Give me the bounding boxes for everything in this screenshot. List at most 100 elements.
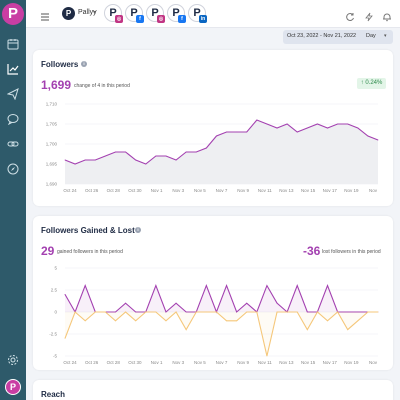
data-point bbox=[337, 123, 339, 125]
info-icon[interactable]: i bbox=[135, 227, 141, 233]
data-point bbox=[145, 311, 147, 313]
data-point bbox=[367, 311, 369, 313]
top-bar: P Pallyy ▾ P ◎ Pf P ◎ Pf Pin bbox=[26, 0, 400, 28]
profile-facebook[interactable]: Pf bbox=[167, 4, 186, 23]
data-point bbox=[246, 302, 248, 304]
x-tick-label: Nov bbox=[369, 188, 378, 193]
refresh-icon[interactable] bbox=[345, 9, 355, 22]
y-tick-label: 1,705 bbox=[46, 122, 58, 127]
data-point bbox=[367, 135, 369, 137]
settings-icon[interactable] bbox=[7, 354, 19, 366]
profile-linkedin[interactable]: Pin bbox=[188, 4, 207, 23]
x-tick-label: Nov 9 bbox=[237, 188, 249, 193]
data-point bbox=[266, 355, 268, 357]
data-point bbox=[236, 131, 238, 133]
data-point bbox=[125, 302, 126, 304]
data-point bbox=[185, 151, 187, 153]
x-tick-label: Nov 7 bbox=[216, 360, 228, 365]
messages-icon[interactable] bbox=[7, 113, 19, 125]
link-icon[interactable] bbox=[7, 138, 19, 150]
data-point bbox=[286, 311, 288, 313]
data-point bbox=[327, 285, 328, 286]
x-tick-label: Oct 24 bbox=[63, 360, 77, 365]
data-point bbox=[165, 320, 167, 322]
followers-total: 1,699 bbox=[41, 78, 72, 92]
y-tick-label: 2.5 bbox=[51, 288, 58, 293]
gained-lost-chart: 5 2.5 0 -2.5 -5 Oct 24 Oct 26 Oct 28 Oct 30 Nov 1… bbox=[49, 266, 379, 365]
brand-avatar[interactable]: P bbox=[62, 7, 75, 20]
x-tick-label: Nov 3 bbox=[172, 360, 184, 365]
facebook-icon: f bbox=[178, 15, 186, 23]
granularity-select[interactable]: Day bbox=[366, 33, 376, 39]
data-point bbox=[296, 311, 298, 313]
data-point bbox=[296, 285, 298, 286]
gained-total: 29 bbox=[41, 244, 55, 258]
bell-icon[interactable] bbox=[382, 9, 392, 22]
data-point bbox=[64, 294, 66, 295]
series-area bbox=[65, 120, 378, 184]
data-point bbox=[104, 311, 106, 313]
data-point bbox=[115, 151, 116, 153]
compass-icon[interactable] bbox=[7, 163, 19, 175]
hamburger-menu-icon[interactable] bbox=[40, 9, 50, 21]
user-avatar[interactable]: P bbox=[5, 379, 21, 395]
data-point bbox=[327, 320, 328, 322]
x-tick-label: Nov 15 bbox=[301, 360, 316, 365]
data-point bbox=[357, 127, 359, 129]
instagram-icon: ◎ bbox=[157, 15, 165, 23]
data-point bbox=[145, 163, 147, 165]
chevron-down-icon[interactable]: ▾ bbox=[93, 9, 96, 16]
x-tick-label: Nov 7 bbox=[216, 188, 228, 193]
data-point bbox=[276, 127, 278, 129]
info-icon[interactable]: i bbox=[81, 61, 87, 67]
x-tick-label: Nov 11 bbox=[258, 188, 272, 193]
chevron-down-icon[interactable]: ▾ bbox=[384, 33, 387, 39]
data-point bbox=[125, 151, 126, 153]
data-point bbox=[94, 159, 96, 161]
data-point bbox=[74, 311, 76, 313]
y-tick-label: 1,700 bbox=[46, 142, 58, 147]
data-point bbox=[276, 311, 278, 313]
data-point bbox=[216, 135, 217, 137]
reach-card: Reach bbox=[33, 380, 393, 400]
data-point bbox=[205, 147, 207, 149]
x-tick-label: Nov 9 bbox=[237, 360, 249, 365]
x-tick-label: Nov 11 bbox=[258, 360, 272, 365]
analytics-icon[interactable] bbox=[7, 63, 19, 75]
profile-facebook[interactable]: Pf bbox=[125, 4, 144, 23]
calendar-icon[interactable] bbox=[7, 38, 19, 50]
send-icon[interactable] bbox=[7, 88, 19, 100]
data-point bbox=[256, 119, 258, 121]
followers-change-text: change of 4 in this period bbox=[74, 83, 130, 89]
x-tick-label: Oct 28 bbox=[107, 360, 121, 365]
data-point bbox=[226, 320, 227, 322]
linkedin-icon: in bbox=[199, 15, 207, 23]
y-tick-label: -5 bbox=[53, 354, 57, 359]
data-point bbox=[155, 285, 157, 286]
data-point bbox=[175, 159, 177, 161]
data-point bbox=[246, 311, 248, 313]
date-range-picker[interactable]: Oct 23, 2022 - Nov 21, 2022 bbox=[287, 33, 356, 39]
data-point bbox=[64, 338, 66, 339]
data-point bbox=[115, 320, 116, 322]
date-range-bar: Oct 23, 2022 - Nov 21, 2022 Day ▾ bbox=[283, 30, 393, 44]
x-tick-label: Oct 24 bbox=[63, 188, 77, 193]
x-tick-label: Nov 17 bbox=[323, 360, 338, 365]
y-tick-label: 0 bbox=[54, 310, 57, 315]
x-tick-label: Nov 19 bbox=[344, 188, 359, 193]
data-point bbox=[84, 285, 86, 286]
profile-instagram[interactable]: P ◎ bbox=[104, 4, 123, 23]
data-point bbox=[74, 163, 76, 165]
data-point bbox=[135, 320, 137, 322]
data-point bbox=[347, 329, 349, 330]
data-point bbox=[104, 155, 106, 157]
data-point bbox=[266, 285, 268, 286]
app-logo[interactable]: P bbox=[2, 3, 24, 25]
data-point bbox=[125, 311, 126, 313]
lightning-icon[interactable] bbox=[364, 9, 374, 22]
y-tick-label: 1,710 bbox=[46, 102, 58, 107]
y-tick-label: 1,690 bbox=[46, 182, 58, 187]
profile-instagram[interactable]: P ◎ bbox=[146, 4, 165, 23]
x-tick-label: Nov 13 bbox=[279, 360, 294, 365]
data-point bbox=[357, 320, 359, 322]
